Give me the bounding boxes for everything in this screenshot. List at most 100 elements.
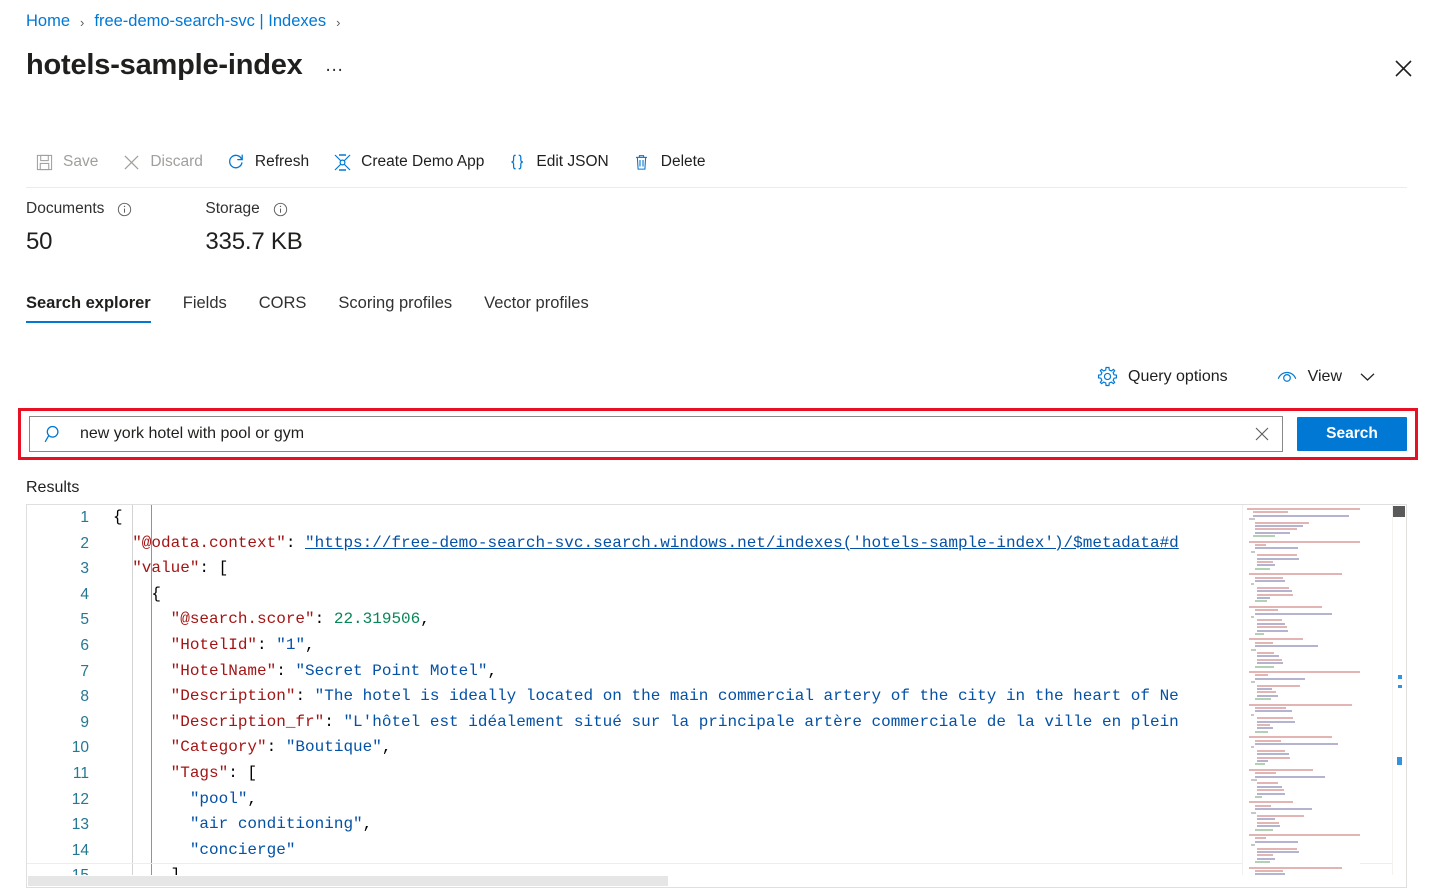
minimap-line [1255, 600, 1267, 603]
code-token: "Description_fr" [113, 712, 325, 731]
minimap-line [1257, 854, 1273, 857]
search-bar-highlight: Search [18, 408, 1418, 460]
more-options-button[interactable]: … [325, 55, 346, 77]
code-line[interactable]: 6 "HotelId": "1", [27, 633, 1406, 659]
code-line[interactable]: 4 { [27, 582, 1406, 608]
minimap-line [1257, 557, 1299, 560]
code-line[interactable]: 8 "Description": "The hotel is ideally l… [27, 684, 1406, 710]
discard-button[interactable]: Discard [113, 145, 214, 179]
title-row: hotels-sample-index … [26, 48, 345, 83]
clear-search-button[interactable] [1250, 422, 1274, 446]
code-token: "HotelName" [113, 661, 277, 680]
code-line[interactable]: 13 "air conditioning", [27, 812, 1406, 838]
code-line[interactable]: 12 "pool", [27, 787, 1406, 813]
minimap-line [1255, 580, 1285, 582]
code-text: "Description_fr": "L'hôtel est idéalemen… [113, 710, 1179, 736]
close-button[interactable] [1387, 52, 1419, 84]
minimap-line [1255, 743, 1339, 745]
curly-braces-icon [507, 152, 527, 172]
code-line[interactable]: 2 "@odata.context": "https://free-demo-s… [27, 531, 1406, 557]
tab-cors[interactable]: CORS [243, 294, 323, 323]
hscrollbar-thumb[interactable] [28, 876, 668, 886]
code-token: : [266, 738, 286, 757]
minimap-line [1249, 540, 1360, 543]
minimap-line [1249, 801, 1293, 804]
breadcrumb-item-service[interactable]: free-demo-search-svc | Indexes [94, 12, 326, 31]
minimap-line [1251, 550, 1255, 553]
edit-json-button[interactable]: Edit JSON [499, 145, 619, 179]
code-line[interactable]: 3 "value": [ [27, 556, 1406, 582]
editor-horizontal-scrollbar[interactable] [27, 875, 1406, 887]
minimap-line [1257, 554, 1297, 557]
view-button[interactable]: View [1276, 368, 1375, 386]
minimap-line [1249, 573, 1342, 576]
refresh-button[interactable]: Refresh [218, 145, 320, 179]
info-icon[interactable] [273, 202, 288, 217]
tab-fields[interactable]: Fields [167, 294, 243, 323]
tab-vector-profiles[interactable]: Vector profiles [468, 294, 605, 323]
code-lines-container: 1{2 "@odata.context": "https://free-demo… [27, 505, 1406, 887]
code-text: "HotelId": "1", [113, 633, 315, 659]
code-text: { [113, 505, 123, 531]
editor-minimap[interactable] [1242, 505, 1360, 887]
minimap-line [1255, 828, 1273, 831]
minimap-line [1255, 763, 1266, 766]
minimap-line [1255, 804, 1271, 807]
info-icon[interactable] [117, 202, 132, 217]
code-line[interactable]: 1{ [27, 505, 1406, 531]
documents-label: Documents [26, 200, 105, 217]
minimap-line [1251, 746, 1254, 749]
search-box[interactable] [29, 416, 1283, 452]
code-token: : [314, 610, 334, 629]
breadcrumb-item-home[interactable]: Home [26, 12, 70, 31]
breadcrumb: Home › free-demo-search-svc | Indexes › [26, 12, 350, 31]
code-line[interactable]: 10 "Category": "Boutique", [27, 735, 1406, 761]
minimap-line [1255, 796, 1262, 798]
breadcrumb-separator-icon: › [336, 15, 341, 30]
search-input[interactable] [80, 425, 1250, 443]
code-line[interactable]: 5 "@search.score": 22.319506, [27, 607, 1406, 633]
minimap-line [1257, 825, 1281, 828]
scroll-decoration [1398, 675, 1402, 679]
code-link[interactable]: "https://free-demo-search-svc.search.win… [305, 534, 1179, 552]
code-text: "pool", [113, 787, 257, 813]
edit-json-label: Edit JSON [536, 153, 609, 170]
code-line[interactable]: 7 "HotelName": "Secret Point Motel", [27, 659, 1406, 685]
minimap-line [1255, 612, 1332, 615]
code-line[interactable]: 11 "Tags": [ [27, 761, 1406, 787]
stat-storage: Storage 335.7 KB [205, 200, 302, 256]
page-title: hotels-sample-index [26, 49, 303, 81]
code-line[interactable]: 14 "concierge" [27, 838, 1406, 864]
scrollbar-thumb[interactable] [1393, 506, 1405, 517]
minimap-line [1255, 665, 1275, 668]
minimap-line [1257, 688, 1272, 690]
minimap-line [1257, 626, 1288, 629]
code-token: "HotelId" [113, 635, 258, 654]
minimap-line [1257, 561, 1273, 563]
create-demo-app-button[interactable]: Create Demo App [324, 145, 495, 179]
editor-vertical-scrollbar[interactable] [1392, 505, 1406, 887]
minimap-line [1255, 730, 1269, 733]
tab-scoring-profiles[interactable]: Scoring profiles [322, 294, 468, 323]
minimap-line [1251, 681, 1256, 684]
tab-search-explorer[interactable]: Search explorer [26, 294, 167, 323]
line-number: 14 [71, 841, 89, 859]
line-number: 9 [80, 713, 89, 731]
code-token: { [113, 584, 162, 603]
minimap-line [1255, 837, 1266, 840]
code-text: "Tags": [ [113, 761, 257, 787]
code-token: : [ [228, 763, 258, 782]
minimap-line [1257, 760, 1268, 762]
code-text: "concierge" [113, 838, 296, 864]
code-line[interactable]: 9 "Description_fr": "L'hôtel est idéalem… [27, 710, 1406, 736]
minimap-line [1257, 782, 1278, 785]
minimap-line [1257, 684, 1301, 687]
minimap-line [1255, 633, 1264, 635]
search-button[interactable]: Search [1297, 417, 1407, 451]
results-json-editor[interactable]: 1{2 "@odata.context": "https://free-demo… [26, 504, 1407, 888]
scroll-decoration [1398, 685, 1402, 688]
query-options-button[interactable]: Query options [1097, 366, 1228, 387]
delete-button[interactable]: Delete [624, 145, 717, 179]
minimap-line [1257, 727, 1273, 730]
save-button[interactable]: Save [26, 145, 109, 179]
